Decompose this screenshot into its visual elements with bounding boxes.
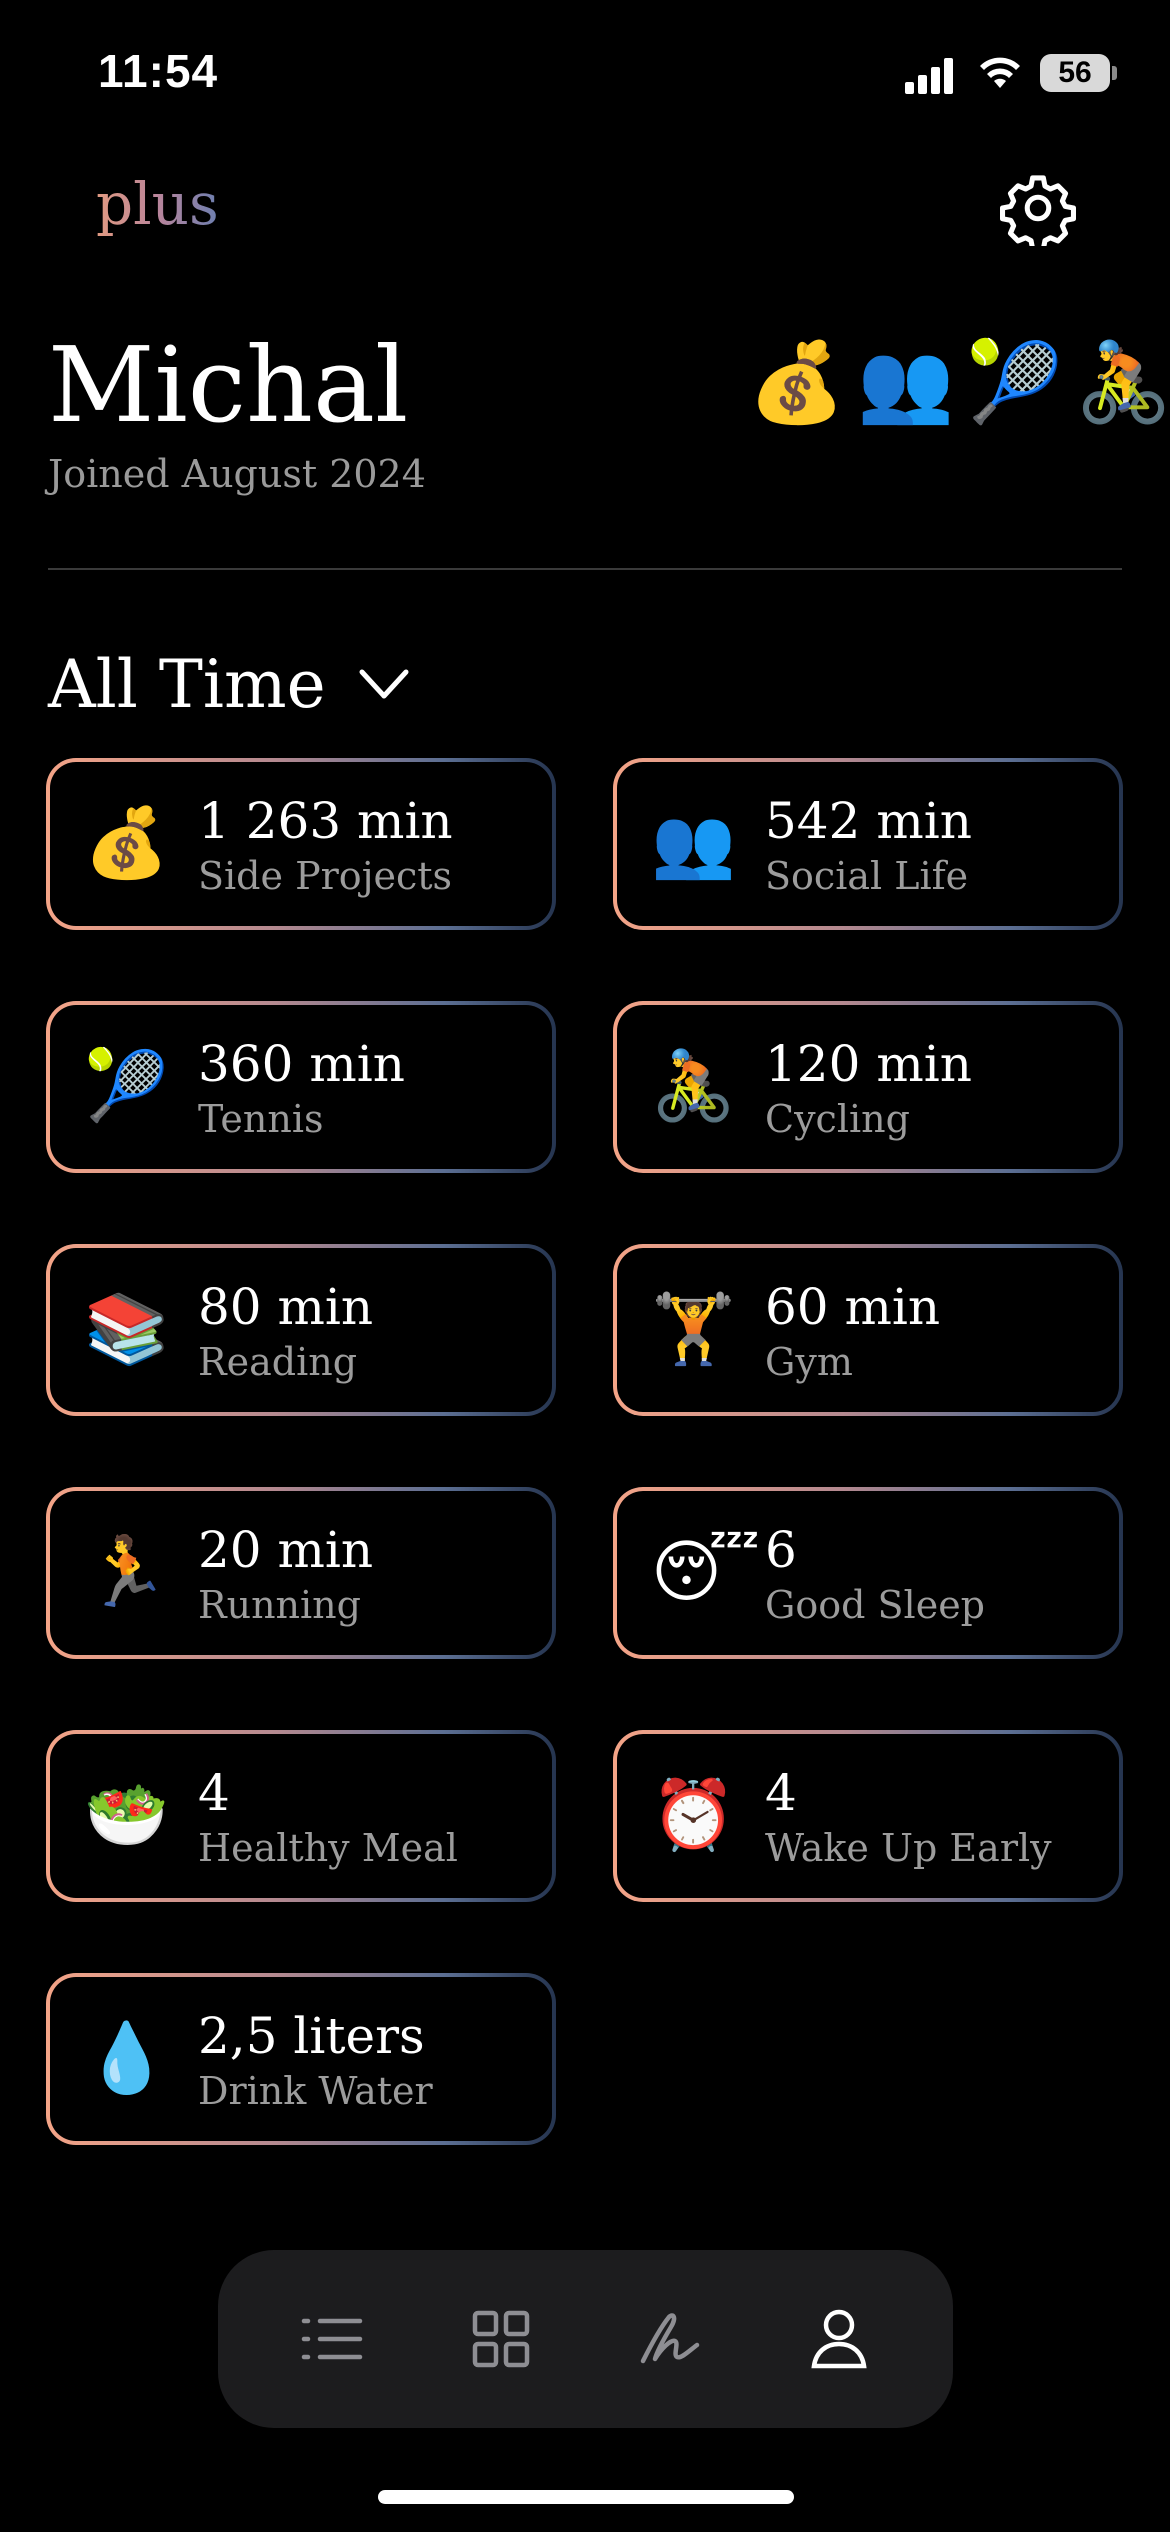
stat-value: 60 min — [765, 1278, 941, 1336]
stat-card-healthy-meal[interactable]: 🥗 4 Healthy Meal — [46, 1730, 556, 1902]
battery-level: 56 — [1058, 56, 1092, 89]
chevron-down-icon — [359, 669, 409, 699]
status-bar: 11:54 56 — [0, 0, 1170, 150]
stat-label: Good Sleep — [765, 1583, 986, 1627]
cyclist-icon: 🚴 — [651, 1047, 736, 1126]
money-bag-icon: 💰 — [84, 804, 169, 883]
plus-logo: plus — [96, 170, 219, 238]
people-icon: 👥 — [651, 804, 736, 883]
stat-label: Running — [198, 1583, 361, 1627]
sleeping-face-icon: 😴 — [651, 1533, 761, 1612]
money-bag-icon: 💰 — [748, 338, 846, 428]
stat-card-running[interactable]: 🏃 20 min Running — [46, 1487, 556, 1659]
profile-icon — [811, 2309, 867, 2369]
stat-label: Reading — [198, 1340, 358, 1384]
gear-icon[interactable] — [1000, 170, 1076, 246]
stat-card-wake-up-early[interactable]: ⏰ 4 Wake Up Early — [613, 1730, 1123, 1902]
cyclist-icon: 🚴 — [1075, 338, 1170, 428]
stat-card-drink-water[interactable]: 💧 2,5 liters Drink Water — [46, 1973, 556, 2145]
stat-label: Social Life — [765, 854, 969, 898]
divider — [48, 568, 1122, 570]
stat-card-good-sleep[interactable]: 😴 6 Good Sleep — [613, 1487, 1123, 1659]
stat-label: Gym — [765, 1340, 853, 1384]
books-icon: 📚 — [84, 1290, 169, 1369]
stat-label: Drink Water — [198, 2069, 433, 2113]
joined-date: Joined August 2024 — [48, 452, 426, 496]
salad-icon: 🥗 — [84, 1776, 169, 1855]
stat-value: 2,5 liters — [198, 2007, 425, 2065]
home-indicator — [378, 2490, 794, 2504]
droplet-icon: 💧 — [84, 2019, 169, 2098]
stat-label: Cycling — [765, 1097, 910, 1141]
stat-value: 4 — [765, 1764, 797, 1822]
alarm-clock-icon: ⏰ — [651, 1776, 736, 1855]
stat-value: 1 263 min — [198, 792, 453, 850]
tab-list[interactable] — [292, 2299, 372, 2379]
tab-profile[interactable] — [799, 2299, 879, 2379]
battery-nub — [1112, 66, 1117, 80]
stat-label: Side Projects — [198, 854, 453, 898]
list-icon — [302, 2318, 363, 2360]
wifi-icon — [980, 57, 1020, 88]
signature-icon — [640, 2313, 700, 2364]
stat-card-cycling[interactable]: 🚴 120 min Cycling — [613, 1001, 1123, 1173]
stat-label: Healthy Meal — [198, 1826, 458, 1870]
stat-value: 20 min — [198, 1521, 374, 1579]
stat-card-gym[interactable]: 🏋️ 60 min Gym — [613, 1244, 1123, 1416]
weightlifter-icon: 🏋️ — [651, 1290, 736, 1369]
favorite-activities: 💰 👥 🎾 🚴 — [748, 338, 1170, 428]
tab-signature[interactable] — [630, 2299, 710, 2379]
stat-value: 4 — [198, 1764, 230, 1822]
status-time: 11:54 — [98, 45, 219, 97]
runner-icon: 🏃 — [84, 1533, 169, 1612]
stat-card-side-projects[interactable]: 💰 1 263 min Side Projects — [46, 758, 556, 930]
stat-value: 542 min — [765, 792, 972, 850]
stat-value: 6 — [765, 1521, 797, 1579]
stat-value: 360 min — [198, 1035, 405, 1093]
grid-icon — [472, 2310, 530, 2368]
period-dropdown[interactable]: All Time — [48, 640, 412, 728]
stat-label: Wake Up Early — [765, 1826, 1052, 1870]
user-name: Michal — [48, 324, 409, 446]
stat-label: Tennis — [198, 1097, 324, 1141]
tennis-ball-icon: 🎾 — [84, 1047, 169, 1126]
tab-grid[interactable] — [461, 2299, 541, 2379]
tab-bar — [218, 2250, 953, 2428]
stat-card-social-life[interactable]: 👥 542 min Social Life — [613, 758, 1123, 930]
stat-card-reading[interactable]: 📚 80 min Reading — [46, 1244, 556, 1416]
people-icon: 👥 — [857, 338, 955, 428]
period-label: All Time — [48, 645, 326, 723]
cellular-signal-icon — [905, 58, 955, 94]
stat-value: 120 min — [765, 1035, 972, 1093]
battery-icon: 56 — [1040, 54, 1110, 92]
stat-value: 80 min — [198, 1278, 374, 1336]
tennis-ball-icon: 🎾 — [966, 338, 1064, 428]
stat-card-tennis[interactable]: 🎾 360 min Tennis — [46, 1001, 556, 1173]
